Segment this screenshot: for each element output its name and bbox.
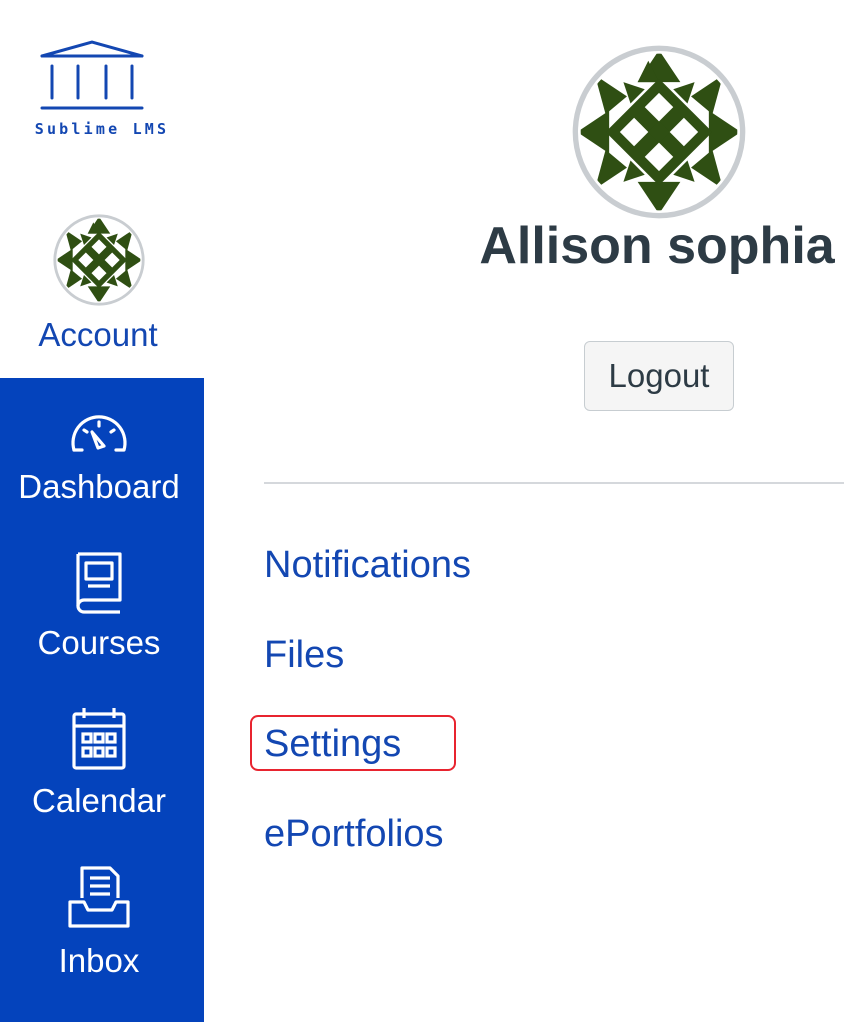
book-icon: [76, 552, 122, 614]
account-avatar[interactable]: [52, 213, 146, 307]
sidebar-item-calendar[interactable]: Calendar: [0, 704, 204, 854]
global-navigation: Sublime LMS Account Dashboard Courses Ca…: [0, 0, 204, 1022]
sidebar-item-dashboard[interactable]: Dashboard: [0, 392, 204, 542]
profile-avatar: [570, 43, 748, 221]
sidebar-item-label: Calendar: [32, 782, 166, 819]
sidebar-item-courses[interactable]: Courses: [0, 548, 204, 698]
columns-building-icon: [40, 40, 144, 110]
calendar-icon: [72, 708, 126, 770]
inbox-icon: [68, 866, 130, 928]
sidebar-item-label: Courses: [37, 624, 161, 661]
speedometer-icon: [71, 415, 127, 452]
menu-link-eportfolios[interactable]: ePortfolios: [264, 811, 444, 857]
logout-button[interactable]: Logout: [584, 341, 734, 411]
brand-name: Sublime LMS: [34, 120, 170, 138]
menu-link-notifications[interactable]: Notifications: [264, 542, 471, 588]
user-name: Allison sophia: [479, 217, 835, 275]
settings-highlight-outline: [250, 715, 456, 771]
sidebar-item-inbox[interactable]: Inbox: [0, 862, 204, 1012]
sidebar-item-label: Inbox: [58, 942, 140, 979]
divider: [264, 482, 844, 484]
sidebar-item-label: Dashboard: [18, 468, 180, 505]
sidebar-item-label[interactable]: Account: [0, 316, 196, 354]
menu-link-files[interactable]: Files: [264, 632, 344, 678]
